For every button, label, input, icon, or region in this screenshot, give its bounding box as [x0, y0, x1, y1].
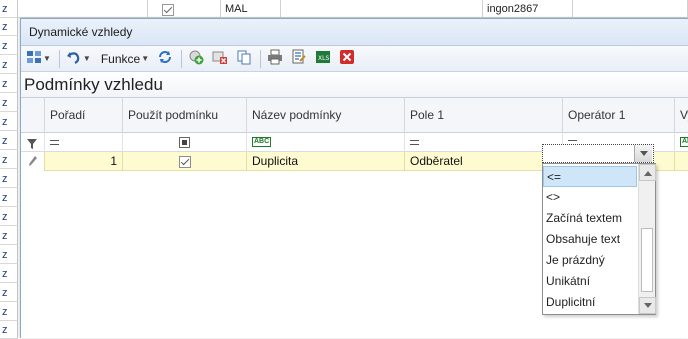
filter-cell-pouzit[interactable] — [123, 133, 247, 152]
background-code-cell: MAL — [221, 0, 281, 18]
refresh-icon — [157, 49, 173, 68]
add-button[interactable] — [185, 49, 207, 69]
print-button[interactable] — [264, 49, 286, 69]
dropdown-option[interactable]: Je prázdný — [543, 250, 637, 271]
copy-icon — [236, 49, 252, 68]
text-filter-icon: ABC — [252, 137, 272, 148]
background-left-column: z z z z z z z z z z z z z z z z z z — [0, 0, 18, 339]
scroll-up-icon[interactable] — [639, 164, 656, 181]
column-header-pole-1[interactable]: Pole 1 — [405, 98, 563, 133]
dropdown-option[interactable]: Začíná textem — [543, 208, 637, 229]
chevron-down-icon: ▼ — [82, 54, 91, 63]
use-condition-checkbox[interactable] — [178, 155, 191, 168]
background-left-cell: z — [0, 75, 18, 93]
dropdown-option[interactable]: Obsahuje text — [543, 229, 637, 250]
dialog-title: Dynamické vzhledy — [21, 19, 688, 46]
background-cell — [281, 0, 483, 18]
filter-cell-poradi[interactable] — [45, 133, 123, 152]
filter-indicator-cell — [21, 133, 45, 152]
dropdown-option[interactable]: Duplicitní — [543, 292, 637, 313]
filter-cell-pole[interactable] — [405, 133, 563, 152]
background-cell — [573, 0, 688, 18]
background-left-cell: z — [0, 56, 18, 74]
layout-icon — [26, 49, 42, 68]
header-indicator-cell — [21, 98, 45, 133]
column-header-pouzit-podminku[interactable]: Použít podmínku — [123, 98, 247, 133]
toolbar-separator — [181, 49, 183, 68]
filter-cell-truncated[interactable]: ABC — [675, 133, 688, 152]
close-button[interactable] — [336, 49, 358, 69]
svg-text:XLS: XLS — [318, 55, 329, 62]
background-checkbox-cell — [148, 0, 221, 18]
text-filter-icon: ABC — [680, 137, 688, 148]
dropdown-scrollbar[interactable] — [638, 164, 656, 314]
toolbar: ▼ ▼ Funkce ▼ XLS — [21, 46, 688, 72]
print-icon — [267, 49, 283, 68]
background-left-cell: z — [0, 18, 18, 36]
dropdown-option[interactable]: <= — [543, 166, 637, 187]
checkbox-indeterminate-icon — [179, 136, 190, 148]
background-left-cell: z — [0, 94, 18, 112]
background-cell — [18, 0, 148, 18]
toolbar-separator — [58, 49, 60, 68]
add-icon — [188, 49, 204, 68]
background-left-cell: z — [0, 227, 18, 245]
background-top-row: MAL ingon2867 — [18, 0, 688, 18]
toolbar-separator — [260, 49, 262, 68]
excel-icon: XLS — [315, 49, 331, 68]
scrollbar-thumb[interactable] — [641, 228, 653, 292]
column-header-truncated[interactable]: Vy — [675, 98, 688, 133]
background-user-cell: ingon2867 — [483, 0, 573, 18]
column-header-nazev-podminky[interactable]: Název podmínky — [247, 98, 405, 133]
background-left-cell: z — [0, 265, 18, 283]
row-indicator-cell — [21, 152, 45, 171]
column-header-poradi[interactable]: Pořadí — [45, 98, 123, 133]
background-left-cell: z — [0, 189, 18, 207]
excel-export-button[interactable]: XLS — [312, 49, 334, 69]
section-title: Podmínky vzhledu — [21, 72, 688, 98]
delete-icon — [212, 49, 228, 68]
background-left-cell: z — [0, 321, 18, 339]
copy-button[interactable] — [233, 49, 255, 69]
chevron-down-icon: ▼ — [141, 54, 150, 63]
equals-icon — [50, 139, 59, 145]
functions-menu-label: Funkce — [100, 51, 141, 66]
dropdown-option[interactable]: <> — [543, 187, 637, 208]
report-icon — [291, 49, 307, 68]
cell-nazev-podminky[interactable]: Duplicita — [247, 152, 405, 171]
column-header-operator-1[interactable]: Operátor 1 — [563, 98, 675, 133]
undo-button[interactable]: ▼ — [63, 49, 94, 69]
background-left-cell: z — [0, 246, 18, 264]
operator-dropdown-button[interactable] — [634, 145, 652, 162]
background-left-cell: z — [0, 132, 18, 150]
equals-icon — [410, 139, 419, 145]
filter-cell-nazev[interactable]: ABC — [247, 133, 405, 152]
cell-pouzit-podminku[interactable] — [123, 152, 247, 171]
dropdown-option[interactable]: Unikátní — [543, 271, 637, 292]
background-left-cell: z — [0, 170, 18, 188]
grid-header: Pořadí Použít podmínku Název podmínky Po… — [21, 98, 688, 133]
cell-poradi[interactable]: 1 — [45, 152, 123, 171]
report-button[interactable] — [288, 49, 310, 69]
delete-button[interactable] — [209, 49, 231, 69]
refresh-button[interactable] — [154, 49, 176, 69]
background-left-cell: z — [0, 37, 18, 55]
background-left-cell: z — [0, 0, 18, 18]
background-checkbox — [162, 4, 174, 16]
background-left-cell: z — [0, 151, 18, 169]
operator-dropdown-list: <= <> Začíná textem Obsahuje text Je prá… — [542, 163, 656, 315]
background-left-cell: z — [0, 113, 18, 131]
functions-menu-button[interactable]: Funkce ▼ — [96, 49, 152, 69]
scroll-down-icon[interactable] — [639, 297, 656, 314]
undo-icon — [66, 49, 82, 68]
pencil-icon — [28, 154, 38, 173]
close-red-icon — [339, 49, 355, 68]
layout-button[interactable]: ▼ — [23, 49, 54, 69]
cell-truncated[interactable] — [675, 152, 688, 171]
chevron-down-icon: ▼ — [43, 54, 51, 63]
background-left-cell: z — [0, 303, 18, 321]
cell-pole-1[interactable]: Odběratel — [405, 152, 563, 171]
background-left-cell: z — [0, 208, 18, 226]
background-left-cell: z — [0, 284, 18, 302]
